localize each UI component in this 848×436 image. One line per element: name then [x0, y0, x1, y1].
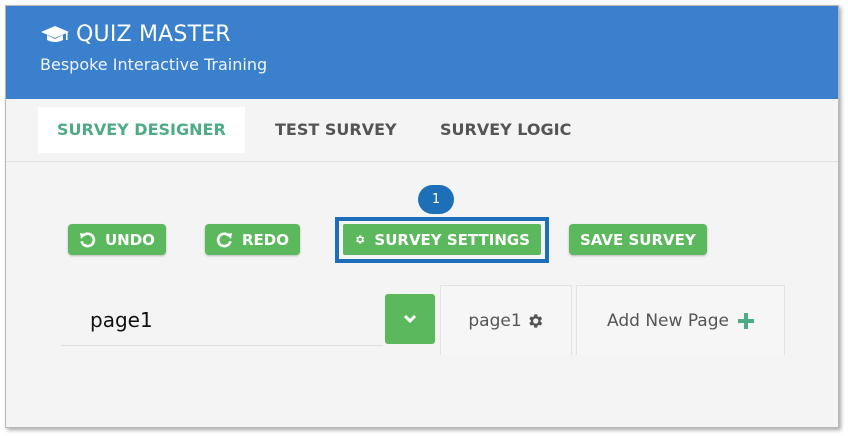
redo-label: REDO	[242, 230, 289, 249]
redo-icon	[216, 232, 232, 248]
page-select[interactable]: page1	[61, 294, 383, 346]
undo-label: UNDO	[105, 230, 155, 249]
graduation-cap-icon	[41, 25, 69, 42]
tab-test-survey[interactable]: TEST SURVEY	[256, 107, 416, 153]
add-new-page-label: Add New Page	[607, 310, 729, 331]
callout-badge: 1	[418, 185, 454, 214]
app-subtitle: Bespoke Interactive Training	[40, 55, 268, 74]
page-tab-page1[interactable]: page1	[440, 285, 572, 355]
brand: QUIZ MASTER	[40, 22, 231, 47]
plus-icon	[737, 312, 754, 329]
page-tab-label: page1	[468, 310, 522, 331]
page-dropdown-button[interactable]	[385, 294, 435, 344]
gear-icon[interactable]	[526, 312, 544, 330]
save-survey-label: SAVE SURVEY	[580, 230, 696, 249]
add-new-page-button[interactable]: Add New Page	[576, 285, 785, 355]
survey-settings-button[interactable]: SURVEY SETTINGS	[343, 224, 541, 255]
tab-survey-logic[interactable]: SURVEY LOGIC	[421, 107, 590, 153]
gear-icon	[356, 235, 365, 244]
save-survey-button[interactable]: SAVE SURVEY	[569, 224, 707, 255]
app-window: QUIZ MASTER Bespoke Interactive Training…	[5, 5, 839, 428]
tab-survey-designer[interactable]: SURVEY DESIGNER	[38, 107, 245, 153]
app-title: QUIZ MASTER	[76, 22, 231, 47]
app-header: QUIZ MASTER Bespoke Interactive Training	[6, 6, 838, 99]
tab-bar: SURVEY DESIGNER TEST SURVEY SURVEY LOGIC	[6, 99, 838, 162]
undo-button[interactable]: UNDO	[68, 224, 166, 255]
chevron-down-icon	[403, 314, 417, 324]
survey-settings-label: SURVEY SETTINGS	[374, 230, 530, 249]
undo-icon	[80, 232, 96, 248]
redo-button[interactable]: REDO	[205, 224, 300, 255]
